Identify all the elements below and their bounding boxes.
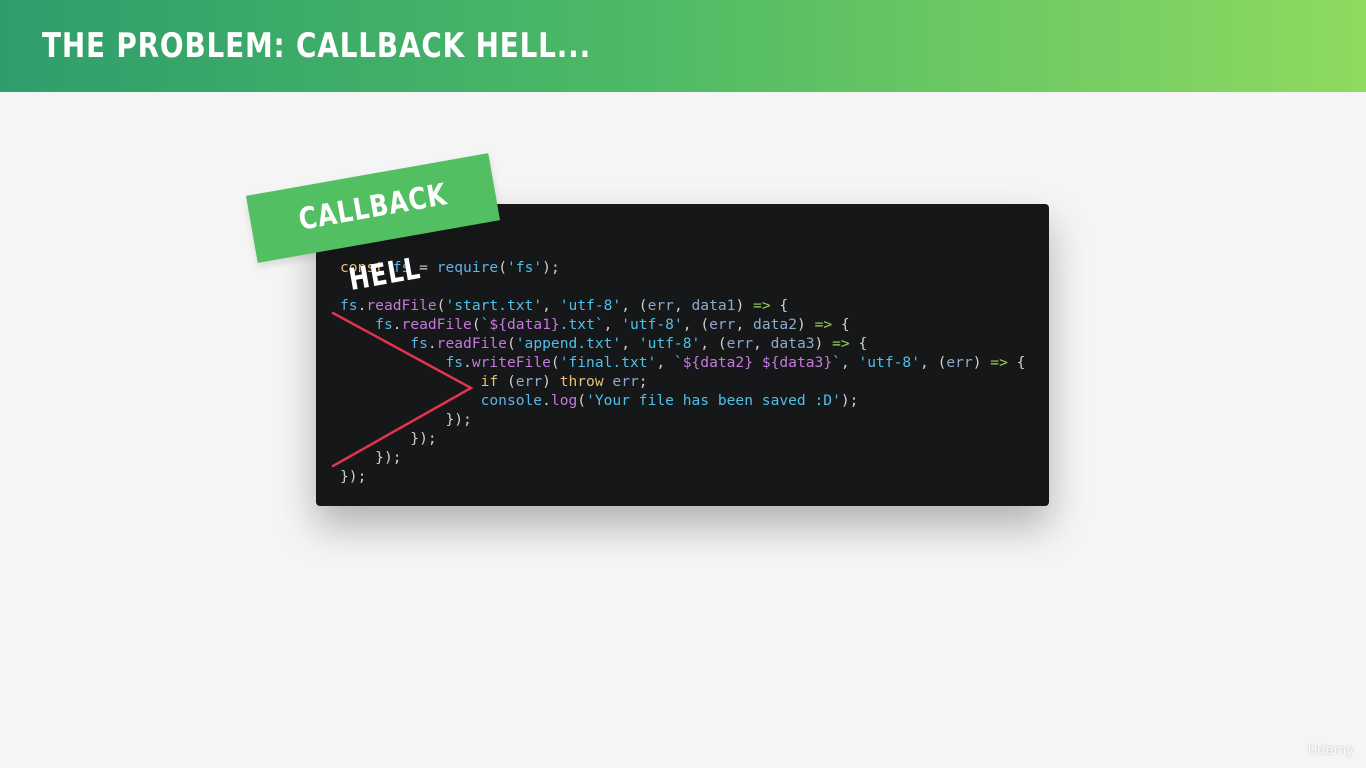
slide-title: THE PROBLEM: CALLBACK HELL... <box>42 26 592 66</box>
code-line: fs.readFile(`${data1}.txt`, 'utf-8', (er… <box>375 316 850 333</box>
code-line: }); <box>375 449 402 466</box>
code-line: if (err) throw err; <box>480 373 648 390</box>
code-line: fs.writeFile('final.txt', `${data2} ${da… <box>445 354 1026 371</box>
code-line: }); <box>340 468 367 485</box>
code-line: }); <box>410 430 437 447</box>
code-block: const fs = require('fs'); fs.readFile('s… <box>340 258 1025 486</box>
code-line: }); <box>445 411 472 428</box>
slide-header: THE PROBLEM: CALLBACK HELL... <box>0 0 1366 92</box>
code-snippet-card: const fs = require('fs'); fs.readFile('s… <box>316 204 1049 506</box>
udemy-watermark: Udemy <box>1307 743 1354 758</box>
code-line: console.log('Your file has been saved :D… <box>480 392 859 409</box>
code-line: fs.readFile('append.txt', 'utf-8', (err,… <box>410 335 868 352</box>
